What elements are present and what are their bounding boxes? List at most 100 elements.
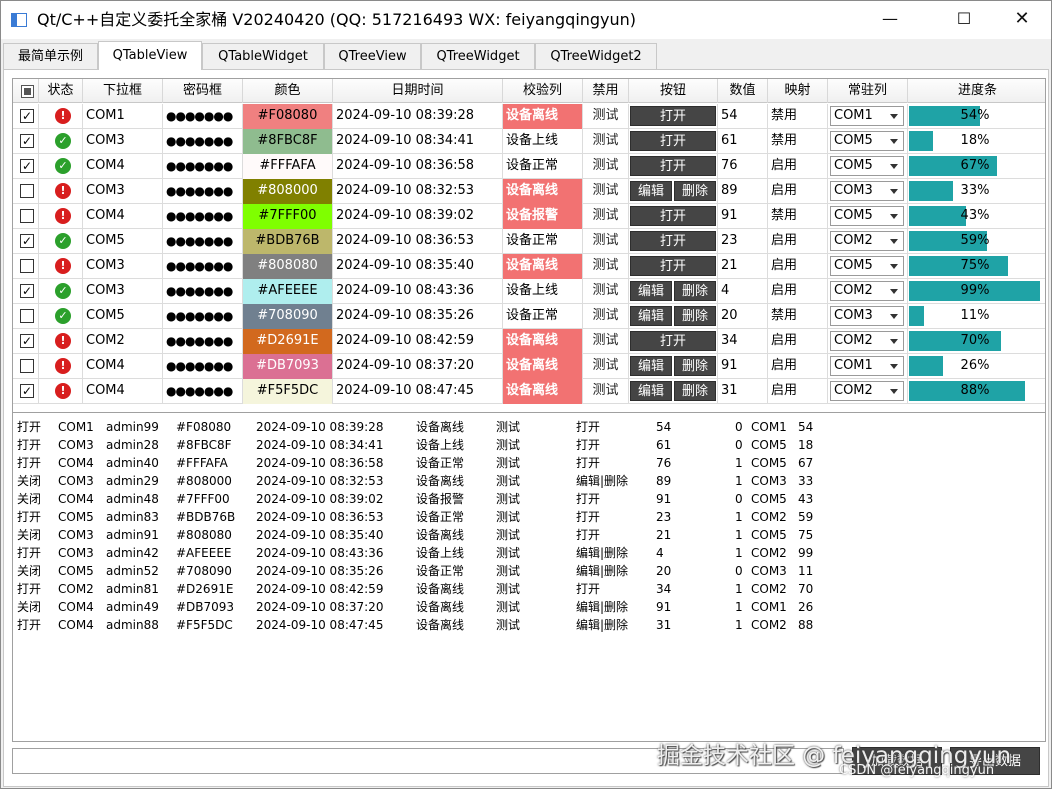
- table-row[interactable]: ✓ ✓ COM4 ●●●●●●● #FFFAFA 2024-09-10 08:36:58 设…: [13, 154, 1045, 179]
- table-row[interactable]: ✓ ✓ COM3 ●●●●●●● #AFEEEE 2024-09-10 08:43:36 设…: [13, 279, 1045, 304]
- delete-button[interactable]: 删除: [674, 356, 716, 376]
- resident-combo[interactable]: COM3: [830, 306, 904, 326]
- header-progress[interactable]: 进度条: [908, 79, 1045, 103]
- cell-checkbox[interactable]: ✓: [13, 129, 39, 154]
- cell-value[interactable]: 54: [718, 104, 768, 129]
- cell-check[interactable]: 设备正常: [503, 229, 583, 254]
- cell-combo[interactable]: COM3: [83, 279, 163, 304]
- cell-mapping[interactable]: 启用: [768, 179, 828, 204]
- resident-combo[interactable]: COM5: [830, 256, 904, 276]
- cell-datetime[interactable]: 2024-09-10 08:39:28: [333, 104, 503, 129]
- row-checkbox[interactable]: ✓: [20, 284, 34, 298]
- header-resident[interactable]: 常驻列: [828, 79, 908, 103]
- resident-combo[interactable]: COM1: [830, 356, 904, 376]
- cell-color[interactable]: #FFFAFA: [243, 154, 333, 179]
- cell-checkbox[interactable]: [13, 179, 39, 204]
- chevron-down-icon[interactable]: [890, 164, 898, 169]
- tab-simple[interactable]: 最简单示例: [3, 43, 98, 69]
- table-row[interactable]: ✓ ✓ COM3 ●●●●●●● #8FBC8F 2024-09-10 08:34:41 设…: [13, 129, 1045, 154]
- cell-combo[interactable]: COM4: [83, 204, 163, 229]
- chevron-down-icon[interactable]: [890, 389, 898, 394]
- cell-combo[interactable]: COM3: [83, 179, 163, 204]
- header-disabled[interactable]: 禁用: [583, 79, 629, 103]
- chevron-down-icon[interactable]: [890, 239, 898, 244]
- cell-color[interactable]: #F08080: [243, 104, 333, 129]
- cell-color[interactable]: #BDB76B: [243, 229, 333, 254]
- open-button[interactable]: 打开: [630, 206, 716, 226]
- cell-check[interactable]: 设备上线: [503, 129, 583, 154]
- header-combo[interactable]: 下拉框: [83, 79, 163, 103]
- table-row[interactable]: ! COM4 ●●●●●●● #7FFF00 2024-09-10 08:39:02 设备…: [13, 204, 1045, 229]
- table-row[interactable]: ! COM4 ●●●●●●● #DB7093 2024-09-10 08:37:20 设备…: [13, 354, 1045, 379]
- cell-combo[interactable]: COM4: [83, 354, 163, 379]
- resident-combo[interactable]: COM2: [830, 281, 904, 301]
- chevron-down-icon[interactable]: [890, 339, 898, 344]
- open-button[interactable]: 打开: [630, 231, 716, 251]
- cell-color[interactable]: #F5F5DC: [243, 379, 333, 404]
- maximize-icon[interactable]: ☐: [941, 1, 987, 37]
- table-row[interactable]: ✓! COM4 ●●●●●●● #F5F5DC 2024-09-10 08:47:45 设…: [13, 379, 1045, 404]
- cell-datetime[interactable]: 2024-09-10 08:43:36: [333, 279, 503, 304]
- cell-mapping[interactable]: 禁用: [768, 104, 828, 129]
- header-value[interactable]: 数值: [718, 79, 768, 103]
- cell-mapping[interactable]: 禁用: [768, 204, 828, 229]
- edit-button[interactable]: 编辑: [630, 356, 672, 376]
- row-checkbox[interactable]: [20, 184, 34, 198]
- minimize-icon[interactable]: —: [867, 1, 913, 37]
- resident-combo[interactable]: COM5: [830, 131, 904, 151]
- cell-datetime[interactable]: 2024-09-10 08:36:53: [333, 229, 503, 254]
- cell-color[interactable]: #708090: [243, 304, 333, 329]
- select-all-checkbox[interactable]: [21, 85, 34, 98]
- cell-password[interactable]: ●●●●●●●: [163, 254, 243, 279]
- cell-combo[interactable]: COM5: [83, 229, 163, 254]
- header-select-all[interactable]: [13, 79, 39, 103]
- cell-combo[interactable]: COM5: [83, 304, 163, 329]
- tab-qtablewidget[interactable]: QTableWidget: [202, 43, 324, 69]
- cell-check[interactable]: 设备离线: [503, 379, 583, 404]
- table-row[interactable]: ✓ COM5 ●●●●●●● #708090 2024-09-10 08:35:26 设备…: [13, 304, 1045, 329]
- resident-combo[interactable]: COM2: [830, 331, 904, 351]
- cell-mapping[interactable]: 启用: [768, 379, 828, 404]
- cell-value[interactable]: 20: [718, 304, 768, 329]
- cell-checkbox[interactable]: [13, 354, 39, 379]
- cell-value[interactable]: 23: [718, 229, 768, 254]
- cell-password[interactable]: ●●●●●●●: [163, 179, 243, 204]
- cell-color[interactable]: #7FFF00: [243, 204, 333, 229]
- tab-qtreewidget2[interactable]: QTreeWidget2: [535, 43, 657, 69]
- cell-password[interactable]: ●●●●●●●: [163, 279, 243, 304]
- cell-mapping[interactable]: 启用: [768, 154, 828, 179]
- header-check[interactable]: 校验列: [503, 79, 583, 103]
- open-button[interactable]: 打开: [630, 156, 716, 176]
- row-checkbox[interactable]: [20, 259, 34, 273]
- resident-combo[interactable]: COM5: [830, 206, 904, 226]
- header-password[interactable]: 密码框: [163, 79, 243, 103]
- row-checkbox[interactable]: ✓: [20, 234, 34, 248]
- cell-datetime[interactable]: 2024-09-10 08:36:58: [333, 154, 503, 179]
- edit-button[interactable]: 编辑: [630, 281, 672, 301]
- row-checkbox[interactable]: [20, 209, 34, 223]
- chevron-down-icon[interactable]: [890, 289, 898, 294]
- cell-datetime[interactable]: 2024-09-10 08:42:59: [333, 329, 503, 354]
- cell-checkbox[interactable]: ✓: [13, 104, 39, 129]
- cell-check[interactable]: 设备离线: [503, 329, 583, 354]
- cell-combo[interactable]: COM4: [83, 379, 163, 404]
- cell-combo[interactable]: COM4: [83, 154, 163, 179]
- header-button[interactable]: 按钮: [629, 79, 718, 103]
- table-row[interactable]: ✓ ✓ COM5 ●●●●●●● #BDB76B 2024-09-10 08:36:53 设…: [13, 229, 1045, 254]
- header-status[interactable]: 状态: [39, 79, 83, 103]
- cell-value[interactable]: 4: [718, 279, 768, 304]
- edit-button[interactable]: 编辑: [630, 306, 672, 326]
- cell-datetime[interactable]: 2024-09-10 08:39:02: [333, 204, 503, 229]
- cell-checkbox[interactable]: ✓: [13, 279, 39, 304]
- chevron-down-icon[interactable]: [890, 364, 898, 369]
- cell-checkbox[interactable]: ✓: [13, 329, 39, 354]
- cell-check[interactable]: 设备正常: [503, 304, 583, 329]
- row-checkbox[interactable]: ✓: [20, 159, 34, 173]
- cell-password[interactable]: ●●●●●●●: [163, 379, 243, 404]
- row-checkbox[interactable]: ✓: [20, 109, 34, 123]
- cell-password[interactable]: ●●●●●●●: [163, 354, 243, 379]
- edit-button[interactable]: 编辑: [630, 381, 672, 401]
- cell-color[interactable]: #D2691E: [243, 329, 333, 354]
- cell-color[interactable]: #DB7093: [243, 354, 333, 379]
- delete-button[interactable]: 删除: [674, 381, 716, 401]
